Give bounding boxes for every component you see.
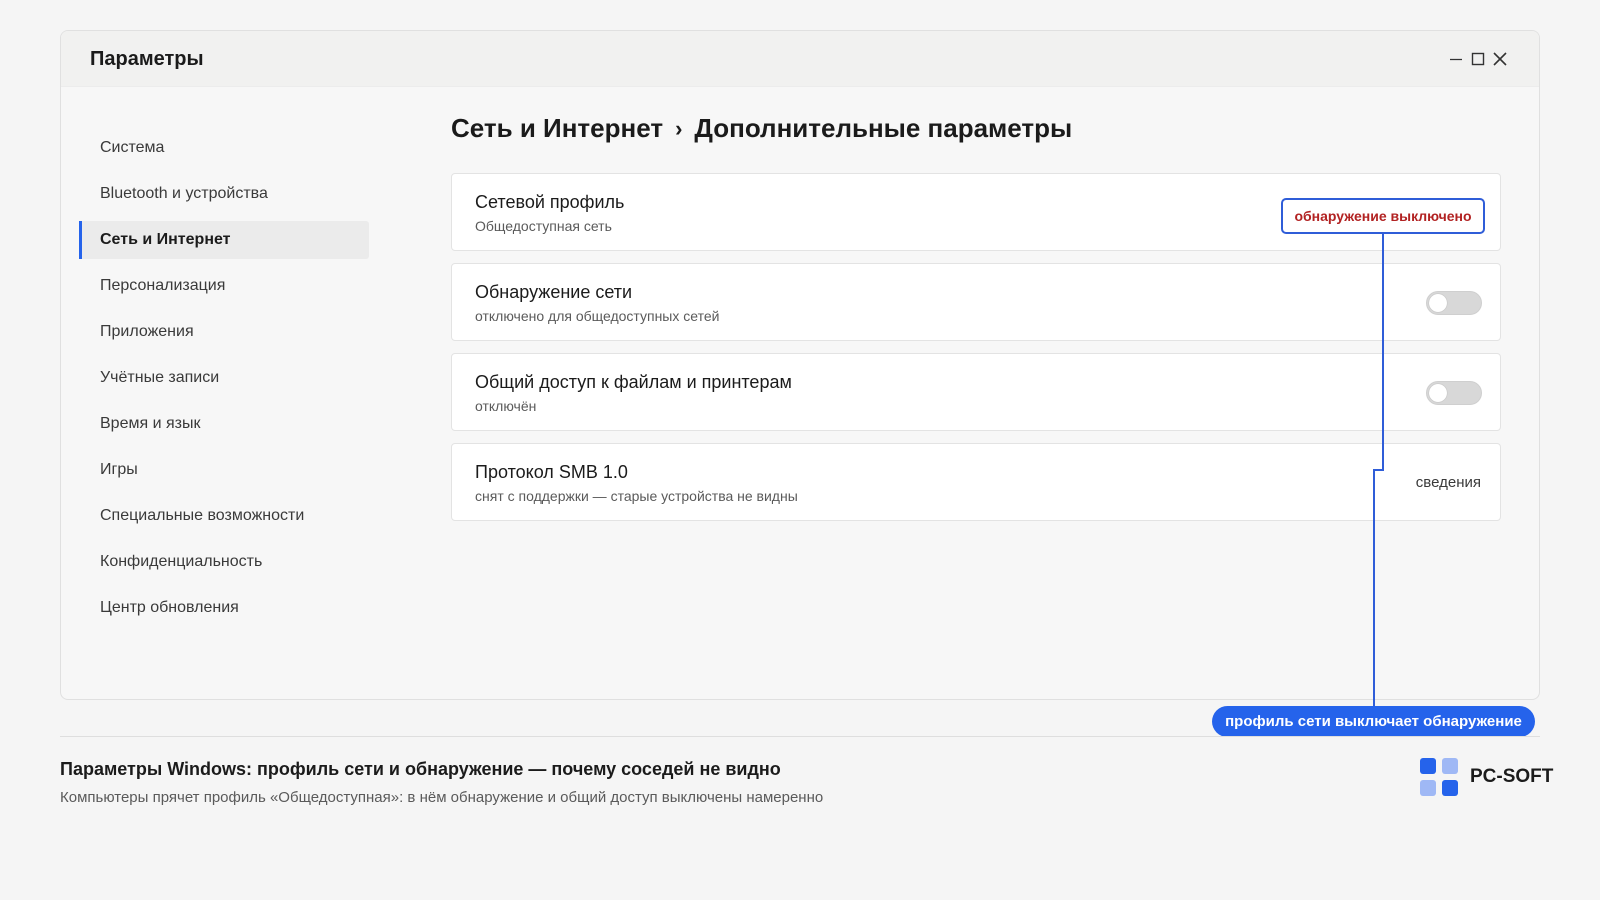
- title-bar: Параметры: [61, 31, 1539, 87]
- sidebar-item-label: Учётные записи: [100, 369, 220, 386]
- file-sharing-toggle[interactable]: [1426, 381, 1482, 405]
- sidebar-item-bluetooth[interactable]: Bluetooth и устройства: [79, 175, 369, 213]
- toggle-knob: [1429, 384, 1447, 402]
- sidebar-item-accessibility[interactable]: Специальные возможности: [79, 497, 369, 535]
- breadcrumb-current: Дополнительные параметры: [694, 113, 1073, 143]
- sidebar-item-label: Игры: [100, 461, 138, 478]
- sidebar-item-personalization[interactable]: Персонализация: [79, 267, 369, 305]
- sidebar-item-label: Система: [100, 139, 165, 156]
- sidebar-item-label: Bluetooth и устройства: [100, 185, 268, 202]
- sidebar-item-privacy[interactable]: Конфиденциальность: [79, 543, 369, 581]
- profile-callout-pill: профиль сети выключает обнаружение: [1212, 706, 1535, 737]
- card-title: Протокол SMB 1.0: [475, 462, 628, 482]
- sidebar-nav: Система Bluetooth и устройства Сеть и Ин…: [79, 129, 369, 635]
- network-discovery-toggle[interactable]: [1426, 291, 1482, 315]
- sidebar-item-label: Специальные возможности: [100, 507, 305, 524]
- page: Параметры Система Bluetooth и устройства…: [0, 0, 1600, 900]
- card-title: Сетевой профиль: [475, 192, 625, 212]
- sidebar-item-windows-update[interactable]: Центр обновления: [79, 589, 369, 627]
- footer-divider: [60, 736, 1540, 737]
- sidebar-item-accounts[interactable]: Учётные записи: [79, 359, 369, 397]
- footer-subtitle: Компьютеры прячет профиль «Общедоступная…: [60, 789, 824, 806]
- brand: PC-SOFT: [1420, 758, 1553, 796]
- sidebar-item-label: Время и язык: [100, 415, 201, 432]
- card-subtitle: отключён: [475, 398, 537, 414]
- breadcrumb: Сеть и Интернет › Дополнительные парамет…: [451, 113, 1072, 144]
- sidebar-item-label: Персонализация: [100, 277, 226, 294]
- sidebar-item-gaming[interactable]: Игры: [79, 451, 369, 489]
- sidebar-item-system[interactable]: Система: [79, 129, 369, 167]
- card-subtitle: отключено для общедоступных сетей: [475, 308, 720, 324]
- close-icon[interactable]: [1491, 49, 1509, 69]
- sidebar-item-label: Приложения: [100, 323, 194, 340]
- brand-logo-icon: [1420, 758, 1458, 796]
- breadcrumb-parent[interactable]: Сеть и Интернет: [451, 113, 663, 144]
- card-title: Обнаружение сети: [475, 282, 633, 302]
- sidebar-item-label: Сеть и Интернет: [100, 231, 231, 248]
- toggle-knob: [1429, 294, 1447, 312]
- sidebar-item-apps[interactable]: Приложения: [79, 313, 369, 351]
- window-controls: [1447, 49, 1509, 69]
- card-subtitle: снят с поддержки — старые устройства не …: [475, 488, 798, 504]
- discovery-off-badge: обнаружение выключено: [1281, 198, 1485, 234]
- maximize-icon[interactable]: [1469, 49, 1487, 69]
- sidebar-item-label: Конфиденциальность: [100, 553, 263, 570]
- file-sharing-card: Общий доступ к файлам и принтерам отключ…: [451, 353, 1501, 431]
- card-title: Общий доступ к файлам и принтерам: [475, 372, 792, 392]
- network-discovery-card: Обнаружение сети отключено для общедосту…: [451, 263, 1501, 341]
- sidebar-item-time-language[interactable]: Время и язык: [79, 405, 369, 443]
- card-subtitle: Общедоступная сеть: [475, 218, 612, 234]
- window-title: Параметры: [90, 48, 204, 70]
- minimize-icon[interactable]: [1447, 49, 1465, 69]
- footer-title: Параметры Windows: профиль сети и обнару…: [60, 759, 781, 779]
- smb-details-link[interactable]: сведения: [1416, 474, 1481, 491]
- smb-protocol-card: Протокол SMB 1.0 снят с поддержки — стар…: [451, 443, 1501, 521]
- breadcrumb-separator: ›: [675, 115, 683, 141]
- sidebar-item-network[interactable]: Сеть и Интернет: [79, 221, 369, 259]
- sidebar-item-label: Центр обновления: [100, 599, 239, 616]
- settings-window: Параметры Система Bluetooth и устройства…: [60, 30, 1540, 700]
- brand-name: PC-SOFT: [1470, 766, 1554, 787]
